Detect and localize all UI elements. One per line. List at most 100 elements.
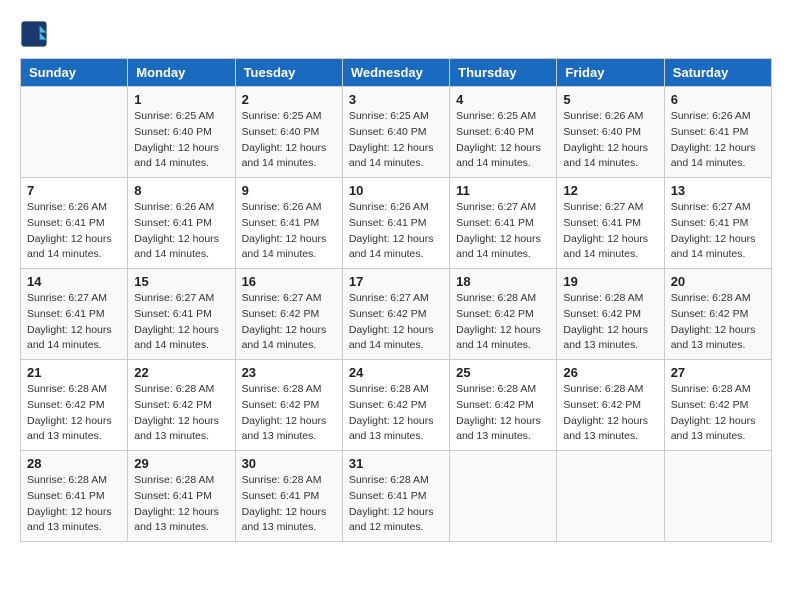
calendar-cell: 14 Sunrise: 6:27 AMSunset: 6:41 PMDayligh… (21, 269, 128, 360)
day-number: 1 (134, 92, 228, 107)
day-details: Sunrise: 6:28 AMSunset: 6:42 PMDaylight:… (349, 382, 443, 445)
day-number: 20 (671, 274, 765, 289)
calendar-cell: 4 Sunrise: 6:25 AMSunset: 6:40 PMDaylight… (450, 87, 557, 178)
day-number: 13 (671, 183, 765, 198)
day-number: 6 (671, 92, 765, 107)
day-number: 8 (134, 183, 228, 198)
day-details: Sunrise: 6:27 AMSunset: 6:41 PMDaylight:… (134, 291, 228, 354)
day-number: 9 (242, 183, 336, 198)
day-details: Sunrise: 6:25 AMSunset: 6:40 PMDaylight:… (134, 109, 228, 172)
day-number: 27 (671, 365, 765, 380)
day-number: 5 (563, 92, 657, 107)
calendar-cell: 7Sunrise: 6:26 AMSunset: 6:41 PMDaylight… (21, 178, 128, 269)
week-row-3: 14 Sunrise: 6:27 AMSunset: 6:41 PMDayligh… (21, 269, 772, 360)
day-number: 16 (242, 274, 336, 289)
calendar-cell: 6Sunrise: 6:26 AMSunset: 6:41 PMDaylight… (664, 87, 771, 178)
day-details: Sunrise: 6:28 AMSunset: 6:42 PMDaylight:… (671, 291, 765, 354)
calendar-cell: 26 Sunrise: 6:28 AMSunset: 6:42 PMDayligh… (557, 360, 664, 451)
day-number: 28 (27, 456, 121, 471)
day-details: Sunrise: 6:25 AMSunset: 6:40 PMDaylight:… (456, 109, 550, 172)
calendar-header: SundayMondayTuesdayWednesdayThursdayFrid… (21, 59, 772, 87)
week-row-1: 1 Sunrise: 6:25 AMSunset: 6:40 PMDaylight… (21, 87, 772, 178)
day-number: 21 (27, 365, 121, 380)
calendar-cell: 21 Sunrise: 6:28 AMSunset: 6:42 PMDayligh… (21, 360, 128, 451)
calendar-cell (21, 87, 128, 178)
day-details: Sunrise: 6:28 AMSunset: 6:42 PMDaylight:… (456, 291, 550, 354)
calendar-cell: 2 Sunrise: 6:25 AMSunset: 6:40 PMDaylight… (235, 87, 342, 178)
col-header-wednesday: Wednesday (342, 59, 449, 87)
calendar-cell (450, 451, 557, 542)
day-details: Sunrise: 6:28 AMSunset: 6:42 PMDaylight:… (27, 382, 121, 445)
calendar-cell: 3 Sunrise: 6:25 AMSunset: 6:40 PMDaylight… (342, 87, 449, 178)
day-number: 3 (349, 92, 443, 107)
calendar-cell: 5 Sunrise: 6:26 AMSunset: 6:40 PMDaylight… (557, 87, 664, 178)
day-details: Sunrise: 6:28 AMSunset: 6:42 PMDaylight:… (242, 382, 336, 445)
calendar-cell: 13 Sunrise: 6:27 AMSunset: 6:41 PMDayligh… (664, 178, 771, 269)
day-details: Sunrise: 6:28 AMSunset: 6:42 PMDaylight:… (456, 382, 550, 445)
col-header-saturday: Saturday (664, 59, 771, 87)
col-header-thursday: Thursday (450, 59, 557, 87)
calendar-cell: 28 Sunrise: 6:28 AMSunset: 6:41 PMDayligh… (21, 451, 128, 542)
day-details: Sunrise: 6:27 AMSunset: 6:42 PMDaylight:… (349, 291, 443, 354)
day-number: 12 (563, 183, 657, 198)
day-number: 4 (456, 92, 550, 107)
logo (20, 20, 52, 48)
calendar-cell: 29 Sunrise: 6:28 AMSunset: 6:41 PMDayligh… (128, 451, 235, 542)
day-number: 31 (349, 456, 443, 471)
day-details: Sunrise: 6:28 AMSunset: 6:42 PMDaylight:… (563, 382, 657, 445)
day-details: Sunrise: 6:26 AMSunset: 6:40 PMDaylight:… (563, 109, 657, 172)
col-header-sunday: Sunday (21, 59, 128, 87)
day-details: Sunrise: 6:26 AMSunset: 6:41 PMDaylight:… (242, 200, 336, 263)
day-number: 25 (456, 365, 550, 380)
calendar-cell: 9 Sunrise: 6:26 AMSunset: 6:41 PMDaylight… (235, 178, 342, 269)
week-row-4: 21 Sunrise: 6:28 AMSunset: 6:42 PMDayligh… (21, 360, 772, 451)
day-number: 26 (563, 365, 657, 380)
day-number: 14 (27, 274, 121, 289)
day-details: Sunrise: 6:25 AMSunset: 6:40 PMDaylight:… (349, 109, 443, 172)
calendar-cell: 17 Sunrise: 6:27 AMSunset: 6:42 PMDayligh… (342, 269, 449, 360)
day-number: 19 (563, 274, 657, 289)
page-header (20, 20, 772, 48)
day-number: 24 (349, 365, 443, 380)
calendar-cell: 8 Sunrise: 6:26 AMSunset: 6:41 PMDaylight… (128, 178, 235, 269)
day-number: 29 (134, 456, 228, 471)
day-number: 30 (242, 456, 336, 471)
calendar-cell: 30 Sunrise: 6:28 AMSunset: 6:41 PMDayligh… (235, 451, 342, 542)
day-details: Sunrise: 6:28 AMSunset: 6:41 PMDaylight:… (134, 473, 228, 536)
day-number: 7 (27, 183, 121, 198)
day-number: 11 (456, 183, 550, 198)
day-number: 18 (456, 274, 550, 289)
calendar-cell: 10Sunrise: 6:26 AMSunset: 6:41 PMDayligh… (342, 178, 449, 269)
day-number: 2 (242, 92, 336, 107)
calendar-table: SundayMondayTuesdayWednesdayThursdayFrid… (20, 58, 772, 542)
day-details: Sunrise: 6:28 AMSunset: 6:41 PMDaylight:… (349, 473, 443, 536)
day-number: 17 (349, 274, 443, 289)
calendar-cell: 18 Sunrise: 6:28 AMSunset: 6:42 PMDayligh… (450, 269, 557, 360)
day-details: Sunrise: 6:26 AMSunset: 6:41 PMDaylight:… (349, 200, 443, 263)
calendar-cell: 22 Sunrise: 6:28 AMSunset: 6:42 PMDayligh… (128, 360, 235, 451)
calendar-cell (664, 451, 771, 542)
calendar-cell: 31 Sunrise: 6:28 AMSunset: 6:41 PMDayligh… (342, 451, 449, 542)
day-details: Sunrise: 6:28 AMSunset: 6:42 PMDaylight:… (134, 382, 228, 445)
day-details: Sunrise: 6:27 AMSunset: 6:41 PMDaylight:… (671, 200, 765, 263)
day-number: 22 (134, 365, 228, 380)
day-number: 23 (242, 365, 336, 380)
day-details: Sunrise: 6:28 AMSunset: 6:42 PMDaylight:… (563, 291, 657, 354)
calendar-cell: 12 Sunrise: 6:27 AMSunset: 6:41 PMDayligh… (557, 178, 664, 269)
day-details: Sunrise: 6:27 AMSunset: 6:41 PMDaylight:… (563, 200, 657, 263)
day-details: Sunrise: 6:25 AMSunset: 6:40 PMDaylight:… (242, 109, 336, 172)
calendar-cell: 11 Sunrise: 6:27 AMSunset: 6:41 PMDayligh… (450, 178, 557, 269)
day-details: Sunrise: 6:27 AMSunset: 6:41 PMDaylight:… (456, 200, 550, 263)
day-details: Sunrise: 6:28 AMSunset: 6:41 PMDaylight:… (242, 473, 336, 536)
day-details: Sunrise: 6:28 AMSunset: 6:41 PMDaylight:… (27, 473, 121, 536)
calendar-cell: 23 Sunrise: 6:28 AMSunset: 6:42 PMDayligh… (235, 360, 342, 451)
calendar-cell: 1 Sunrise: 6:25 AMSunset: 6:40 PMDaylight… (128, 87, 235, 178)
day-details: Sunrise: 6:27 AMSunset: 6:41 PMDaylight:… (27, 291, 121, 354)
calendar-cell: 19 Sunrise: 6:28 AMSunset: 6:42 PMDayligh… (557, 269, 664, 360)
day-number: 15 (134, 274, 228, 289)
calendar-cell: 25 Sunrise: 6:28 AMSunset: 6:42 PMDayligh… (450, 360, 557, 451)
day-details: Sunrise: 6:28 AMSunset: 6:42 PMDaylight:… (671, 382, 765, 445)
calendar-cell: 27 Sunrise: 6:28 AMSunset: 6:42 PMDayligh… (664, 360, 771, 451)
col-header-friday: Friday (557, 59, 664, 87)
day-details: Sunrise: 6:26 AMSunset: 6:41 PMDaylight:… (134, 200, 228, 263)
